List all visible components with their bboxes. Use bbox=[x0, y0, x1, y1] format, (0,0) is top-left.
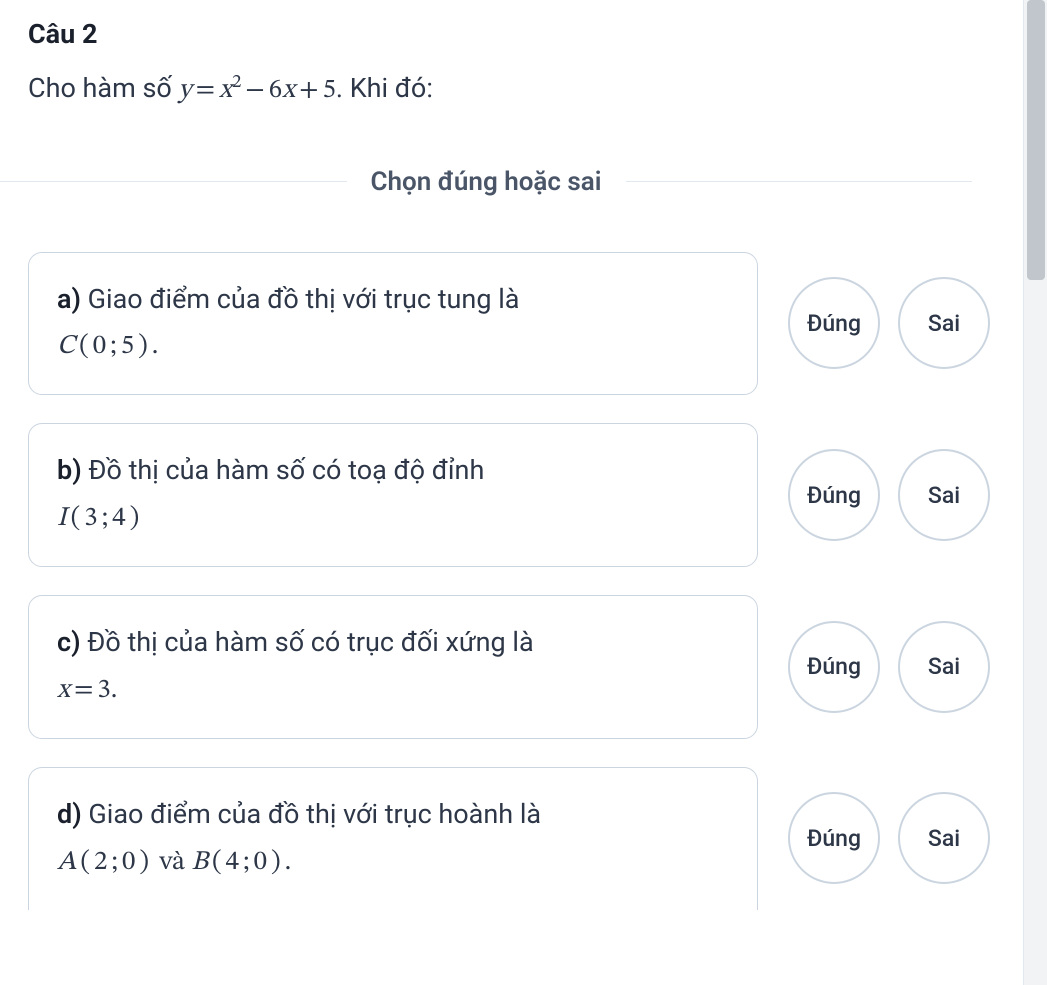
option-label: b) bbox=[57, 454, 82, 486]
question-formula: y=x2−6x+5 bbox=[179, 77, 336, 104]
option-text: Đồ thị của hàm số có trục đối xứng là bbox=[81, 626, 534, 658]
vertical-scrollbar[interactable] bbox=[1023, 0, 1047, 985]
scrollbar-thumb[interactable] bbox=[1027, 0, 1045, 280]
true-button[interactable]: Đúng bbox=[788, 449, 880, 541]
options-list: a) Giao điểm của đồ thị với trục tung là… bbox=[28, 252, 972, 910]
option-buttons: Đúng Sai bbox=[788, 792, 990, 884]
false-button[interactable]: Sai bbox=[898, 449, 990, 541]
option-math: x=3. bbox=[57, 677, 117, 704]
section-divider: Chọn đúng hoặc sai bbox=[0, 167, 972, 197]
true-button[interactable]: Đúng bbox=[788, 792, 880, 884]
prompt-suffix: . Khi đó: bbox=[336, 72, 433, 104]
option-buttons: Đúng Sai bbox=[788, 621, 990, 713]
option-label: d) bbox=[57, 798, 82, 830]
option-buttons: Đúng Sai bbox=[788, 449, 990, 541]
option-buttons: Đúng Sai bbox=[788, 277, 990, 369]
option-row: b) Đồ thị của hàm số có toạ độ đỉnh I(3;… bbox=[28, 423, 972, 567]
option-card-a: a) Giao điểm của đồ thị với trục tung là… bbox=[28, 252, 758, 396]
true-button[interactable]: Đúng bbox=[788, 277, 880, 369]
false-button[interactable]: Sai bbox=[898, 792, 990, 884]
option-row: a) Giao điểm của đồ thị với trục tung là… bbox=[28, 252, 972, 396]
option-label: a) bbox=[57, 283, 81, 315]
option-row: d) Giao điểm của đồ thị với trục hoành l… bbox=[28, 767, 972, 910]
option-text: Giao điểm của đồ thị với trục tung là bbox=[81, 283, 519, 315]
option-math: A(2;0) và B(4;0). bbox=[57, 849, 291, 876]
option-math: C(0;5). bbox=[57, 333, 158, 360]
false-button[interactable]: Sai bbox=[898, 277, 990, 369]
divider-line-left bbox=[0, 181, 347, 182]
option-card-b: b) Đồ thị của hàm số có toạ độ đỉnh I(3;… bbox=[28, 423, 758, 567]
false-button[interactable]: Sai bbox=[898, 621, 990, 713]
prompt-prefix: Cho hàm số bbox=[28, 72, 179, 104]
option-text: Giao điểm của đồ thị với trục hoành là bbox=[82, 798, 541, 830]
option-math: I(3;4) bbox=[57, 505, 143, 532]
option-card-d: d) Giao điểm của đồ thị với trục hoành l… bbox=[28, 767, 758, 910]
divider-line-right bbox=[626, 181, 973, 182]
question-prompt: Cho hàm số y=x2−6x+5. Khi đó: bbox=[28, 68, 972, 112]
option-label: c) bbox=[57, 626, 81, 658]
true-button[interactable]: Đúng bbox=[788, 621, 880, 713]
question-title: Câu 2 bbox=[28, 18, 972, 50]
option-row: c) Đồ thị của hàm số có trục đối xứng là… bbox=[28, 595, 972, 739]
divider-label: Chọn đúng hoặc sai bbox=[347, 167, 626, 197]
option-text: Đồ thị của hàm số có toạ độ đỉnh bbox=[82, 454, 485, 486]
option-card-c: c) Đồ thị của hàm số có trục đối xứng là… bbox=[28, 595, 758, 739]
